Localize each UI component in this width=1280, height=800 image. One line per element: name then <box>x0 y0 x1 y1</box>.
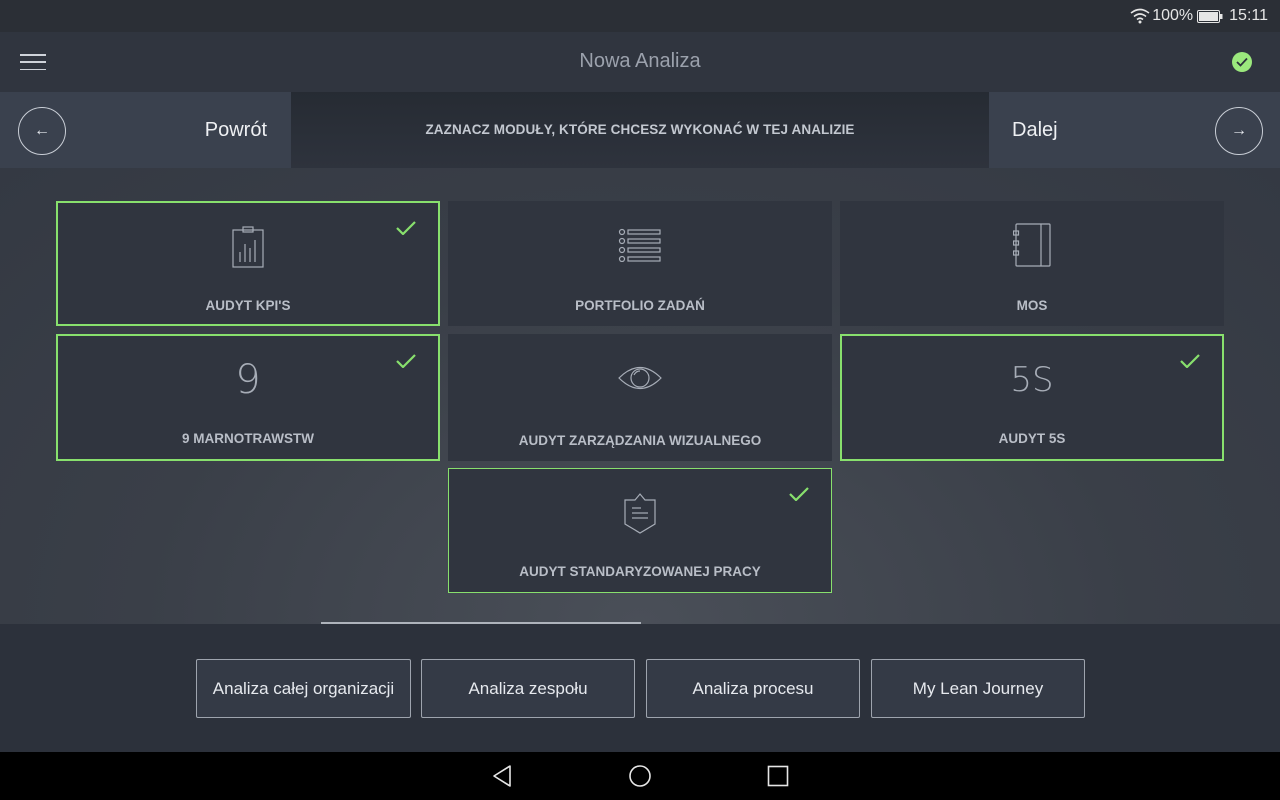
page-title: Nowa Analiza <box>579 50 701 72</box>
wizard-nav: ← Powrót ZAZNACZ MODUŁY, KTÓRE CHCESZ WY… <box>0 92 1280 168</box>
module-label: AUDYT ZARZĄDZANIA WIZUALNEGO <box>518 433 762 448</box>
app-bar: Nowa Analiza <box>0 32 1280 92</box>
check-icon <box>1180 354 1200 368</box>
tab-analiza-zespolu[interactable]: Analiza zespołu <box>421 659 635 718</box>
module-label: AUDYT STANDARYZOWANEJ PRACY <box>519 564 761 579</box>
module-tile-audyt-kpis[interactable]: AUDYT KPI'S <box>56 201 440 326</box>
clock: 15:11 <box>1229 7 1268 24</box>
module-label: PORTFOLIO ZADAŃ <box>575 298 705 313</box>
module-tile-mos[interactable]: MOS <box>840 201 1224 326</box>
back-triangle-icon[interactable] <box>490 764 514 788</box>
module-grid: AUDYT KPI'S PORTFOLIO ZADAŃ MOS 9 9 MARN… <box>0 168 1280 624</box>
list-icon <box>615 223 665 267</box>
module-tile-audyt-standaryzowanej-pracy[interactable]: AUDYT STANDARYZOWANEJ PRACY <box>448 468 832 593</box>
status-bar: 100% 15:11 <box>0 0 1280 32</box>
back-button[interactable]: ← Powrót <box>0 92 291 168</box>
five-s-icon: 5S <box>1010 360 1054 400</box>
module-tile-portfolio-zadan[interactable]: PORTFOLIO ZADAŃ <box>448 201 832 326</box>
module-tile-audyt-zarzadzania-wizualnego[interactable]: AUDYT ZARZĄDZANIA WIZUALNEGO <box>448 334 832 461</box>
tab-analiza-procesu[interactable]: Analiza procesu <box>646 659 860 718</box>
module-label: AUDYT 5S <box>998 431 1066 446</box>
next-button[interactable]: Dalej → <box>989 92 1280 168</box>
nine-icon: 9 <box>235 357 261 403</box>
recents-square-icon[interactable] <box>766 764 790 788</box>
back-label: Powrót <box>204 119 267 141</box>
home-circle-icon[interactable] <box>628 764 652 788</box>
system-nav-bar <box>0 752 1280 800</box>
next-label: Dalej <box>1012 119 1058 141</box>
instruction-text: ZAZNACZ MODUŁY, KTÓRE CHCESZ WYKONAĆ W T… <box>425 122 855 137</box>
check-icon <box>396 354 416 368</box>
module-tile-9-marnotrawstw[interactable]: 9 9 MARNOTRAWSTW <box>56 334 440 461</box>
module-label: MOS <box>1016 298 1048 313</box>
notebook-icon <box>1007 223 1057 267</box>
arrow-right-icon: → <box>1215 107 1263 155</box>
badge-document-icon <box>615 491 665 535</box>
check-circle-icon[interactable] <box>1232 52 1252 72</box>
check-icon <box>396 221 416 235</box>
tab-my-lean-journey[interactable]: My Lean Journey <box>871 659 1085 718</box>
module-label: 9 MARNOTRAWSTW <box>182 431 314 446</box>
eye-icon <box>615 356 665 400</box>
wifi-icon <box>1130 8 1150 24</box>
arrow-left-icon: ← <box>18 107 66 155</box>
battery-percent: 100% <box>1152 7 1194 24</box>
clipboard-chart-icon <box>223 225 273 269</box>
module-tile-audyt-5s[interactable]: 5S AUDYT 5S <box>840 334 1224 461</box>
tab-analiza-calej-organizacji[interactable]: Analiza całej organizacji <box>196 659 411 718</box>
battery-icon <box>1197 9 1223 23</box>
check-icon <box>789 487 809 501</box>
module-label: AUDYT KPI'S <box>205 298 291 313</box>
analysis-type-bar: Analiza całej organizacji Analiza zespoł… <box>0 624 1280 752</box>
